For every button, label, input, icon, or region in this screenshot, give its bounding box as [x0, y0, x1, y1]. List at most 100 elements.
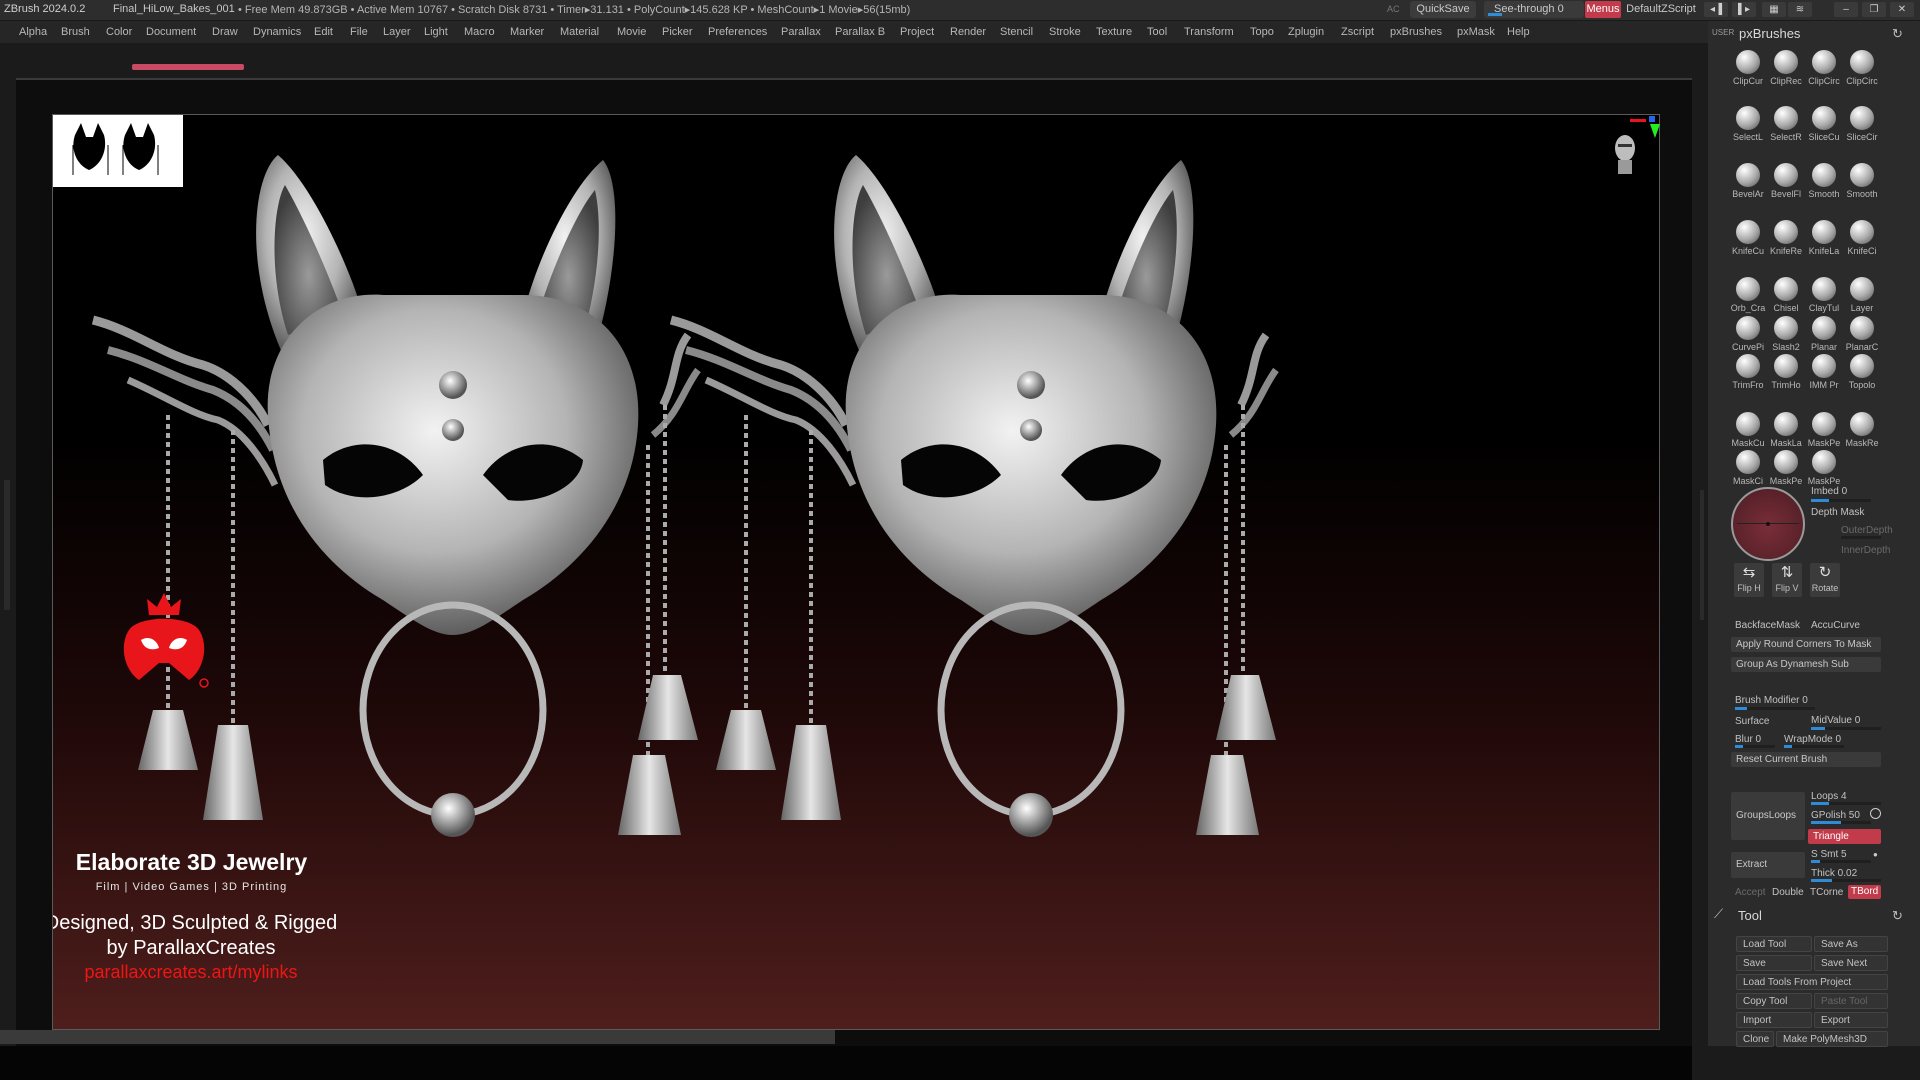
menu-texture[interactable]: Texture [1096, 26, 1132, 38]
brush-bevelflat[interactable]: BevelFl [1768, 163, 1804, 199]
right-tray-handle[interactable] [1700, 490, 1704, 620]
brush-bevelarc[interactable]: BevelAr [1730, 163, 1766, 199]
tool-palette-title[interactable]: Tool [1738, 908, 1762, 923]
apply-round-corners-button[interactable]: Apply Round Corners To Mask [1731, 637, 1881, 652]
menu-brush[interactable]: Brush [61, 26, 90, 38]
menu-light[interactable]: Light [424, 26, 448, 38]
menu-draw[interactable]: Draw [212, 26, 238, 38]
brush-smooth[interactable]: Smooth [1806, 163, 1842, 199]
menu-render[interactable]: Render [950, 26, 986, 38]
brush-masklasso[interactable]: MaskLa [1768, 412, 1804, 448]
extract-button[interactable]: Extract [1731, 852, 1805, 878]
brush-planarcut[interactable]: PlanarC [1844, 316, 1880, 352]
brush-maskperfect[interactable]: MaskPe [1768, 450, 1804, 486]
menu-dynamics[interactable]: Dynamics [253, 26, 301, 38]
midvalue-slider[interactable] [1811, 727, 1881, 730]
brush-kniferect[interactable]: KnifeRe [1768, 220, 1804, 256]
brush-slicecurve[interactable]: SliceCu [1806, 106, 1842, 142]
orientation-head-icon[interactable] [1610, 130, 1640, 180]
gpolish-slider[interactable] [1811, 821, 1871, 824]
menu-pxbrushes[interactable]: pxBrushes [1390, 26, 1442, 38]
menu-tool[interactable]: Tool [1147, 26, 1167, 38]
save-button[interactable]: Save [1736, 955, 1812, 971]
brush-selectrect[interactable]: SelectR [1768, 106, 1804, 142]
menu-zscript[interactable]: Zscript [1341, 26, 1374, 38]
brush-selectlasso[interactable]: SelectL [1730, 106, 1766, 142]
brush-maskpen[interactable]: MaskPe [1806, 412, 1842, 448]
brush-maskcircle[interactable]: MaskCi [1730, 450, 1766, 486]
left-tray-handle[interactable] [4, 480, 10, 610]
accu-curve-toggle[interactable]: AccuCurve [1811, 620, 1860, 631]
3d-viewport[interactable]: Elaborate 3D Jewelry Film | Video Games … [52, 114, 1660, 1030]
brush-imm-primitives[interactable]: IMM Pr [1806, 354, 1842, 390]
tool-collapse-icon[interactable]: ⟋ [1714, 906, 1723, 922]
quicksave-button[interactable]: QuickSave [1410, 1, 1476, 18]
menu-edit[interactable]: Edit [314, 26, 333, 38]
brush-maskpen-2[interactable]: MaskPe [1806, 450, 1842, 486]
brush-modifier-slider[interactable] [1735, 707, 1815, 710]
save-as-button[interactable]: Save As [1814, 936, 1888, 952]
brush-slash2[interactable]: Slash2 [1768, 316, 1804, 352]
menu-stroke[interactable]: Stroke [1049, 26, 1081, 38]
flip-v-button[interactable]: ⇅ Flip V [1772, 563, 1802, 597]
brush-chisel[interactable]: Chisel [1768, 277, 1804, 313]
backface-mask-toggle[interactable]: BackfaceMask [1735, 620, 1800, 631]
menu-preferences[interactable]: Preferences [708, 26, 767, 38]
brush-clipcircle-2[interactable]: ClipCirc [1844, 50, 1880, 86]
menu-project[interactable]: Project [900, 26, 934, 38]
menu-macro[interactable]: Macro [464, 26, 495, 38]
restore-icon[interactable]: ❐ [1862, 2, 1886, 17]
timeline-scrollbar[interactable] [0, 1030, 835, 1044]
group-as-dynamesh-button[interactable]: Group As Dynamesh Sub [1731, 657, 1881, 672]
brush-clipcircle[interactable]: ClipCirc [1806, 50, 1842, 86]
outer-depth-slider[interactable] [1841, 536, 1881, 539]
menu-zplugin[interactable]: Zplugin [1288, 26, 1324, 38]
s-smt-slider[interactable] [1811, 860, 1871, 863]
brush-trimfront[interactable]: TrimFro [1730, 354, 1766, 390]
brush-curvepinch[interactable]: CurvePi [1730, 316, 1766, 352]
loops-slider[interactable] [1811, 802, 1881, 805]
load-tools-from-project-button[interactable]: Load Tools From Project [1736, 974, 1888, 990]
menu-material[interactable]: Material [560, 26, 599, 38]
menu-pxmask[interactable]: pxMask [1457, 26, 1495, 38]
layout-icon[interactable]: ▦ [1762, 2, 1786, 17]
tool-reset-icon[interactable]: ↻ [1892, 908, 1903, 924]
menu-document[interactable]: Document [146, 26, 196, 38]
menu-transform[interactable]: Transform [1184, 26, 1234, 38]
see-through-slider[interactable]: See-through 0 [1484, 1, 1584, 18]
menu-topo[interactable]: Topo [1250, 26, 1274, 38]
depth-mask-preview[interactable] [1731, 487, 1805, 561]
minimize-icon[interactable]: – [1834, 2, 1858, 17]
brush-topology[interactable]: Topolo [1844, 354, 1880, 390]
default-zscript-button[interactable]: DefaultZScript [1625, 1, 1697, 18]
brush-claytubes[interactable]: ClayTul [1806, 277, 1842, 313]
flip-h-button[interactable]: ⇆ Flip H [1734, 563, 1764, 597]
brush-orb-cracks[interactable]: Orb_Cra [1730, 277, 1766, 313]
load-tool-button[interactable]: Load Tool [1736, 936, 1812, 952]
brush-planar[interactable]: Planar [1806, 316, 1842, 352]
brush-slicecircle[interactable]: SliceCir [1844, 106, 1880, 142]
menu-parallax-b[interactable]: Parallax B [835, 26, 885, 38]
brush-smooth-2[interactable]: Smooth [1844, 163, 1880, 199]
menu-layer[interactable]: Layer [383, 26, 411, 38]
brush-maskcurve[interactable]: MaskCu [1730, 412, 1766, 448]
imbed-slider[interactable] [1811, 499, 1871, 502]
clone-button[interactable]: Clone [1736, 1031, 1774, 1047]
menu-picker[interactable]: Picker [662, 26, 693, 38]
copy-tool-button[interactable]: Copy Tool [1736, 993, 1812, 1009]
credit-link[interactable]: parallaxcreates.art/mylinks [53, 962, 361, 983]
paste-tool-button[interactable]: Paste Tool [1814, 993, 1888, 1009]
menu-movie[interactable]: Movie [617, 26, 646, 38]
menu-help[interactable]: Help [1507, 26, 1530, 38]
blur-slider[interactable] [1735, 745, 1775, 748]
brush-knifelasso[interactable]: KnifeLa [1806, 220, 1842, 256]
layout-prev-icon[interactable]: ◂▐ [1704, 2, 1728, 17]
menus-toggle[interactable]: Menus [1585, 1, 1621, 18]
brush-layer[interactable]: Layer [1844, 277, 1880, 313]
make-polymesh3d-button[interactable]: Make PolyMesh3D [1776, 1031, 1888, 1047]
menu-color[interactable]: Color [106, 26, 132, 38]
gpolish-circle-icon[interactable] [1870, 808, 1881, 819]
surface-label[interactable]: Surface [1735, 716, 1769, 727]
close-icon[interactable]: ✕ [1890, 2, 1914, 17]
brush-knifecurve[interactable]: KnifeCu [1730, 220, 1766, 256]
